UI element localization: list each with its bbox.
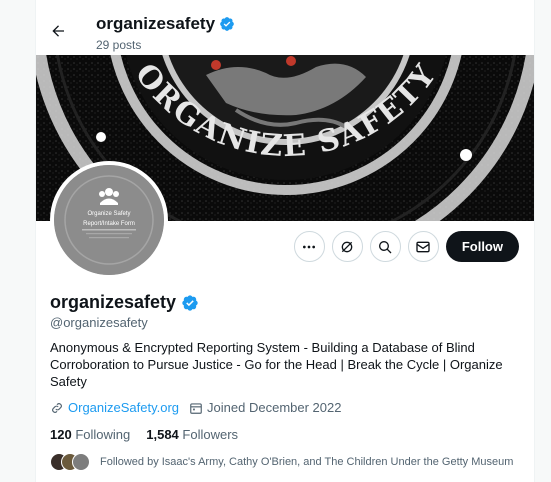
follow-counts: 120 Following 1,584 Followers bbox=[50, 427, 238, 442]
more-button[interactable] bbox=[293, 231, 325, 262]
profile-meta: OrganizeSafety.org Joined December 2022 bbox=[50, 400, 341, 415]
followed-by-text: Followed by Isaac's Army, Cathy O'Brien,… bbox=[100, 456, 514, 468]
verified-badge-icon bbox=[220, 17, 234, 31]
followers-link[interactable]: 1,584 Followers bbox=[146, 427, 238, 442]
back-button[interactable] bbox=[48, 21, 68, 41]
following-count: 120 bbox=[50, 427, 72, 442]
website-item: OrganizeSafety.org bbox=[50, 400, 179, 415]
profile-actions: Follow bbox=[293, 231, 519, 262]
verified-badge-icon bbox=[182, 294, 198, 311]
search-icon bbox=[379, 240, 392, 253]
joined-item: Joined December 2022 bbox=[189, 400, 341, 415]
envelope-icon bbox=[416, 241, 430, 252]
header-title: organizesafety bbox=[96, 14, 235, 34]
post-count: 29 posts bbox=[96, 38, 142, 52]
header-name: organizesafety bbox=[96, 14, 216, 33]
followers-label: Followers bbox=[182, 427, 239, 442]
search-button[interactable] bbox=[369, 231, 401, 262]
follow-button[interactable]: Follow bbox=[445, 231, 519, 262]
avatar-line2: Report/Intake Form bbox=[83, 221, 135, 227]
follower-avatar bbox=[72, 453, 90, 471]
follower-avatars bbox=[50, 453, 92, 471]
more-dots-icon bbox=[303, 245, 316, 248]
grok-button[interactable] bbox=[331, 231, 363, 262]
following-link[interactable]: 120 Following bbox=[50, 427, 130, 442]
link-icon bbox=[52, 402, 62, 413]
avatar-image: Organize Safety Report/Intake Form bbox=[54, 165, 164, 275]
calendar-icon bbox=[190, 402, 202, 414]
followers-count: 1,584 bbox=[146, 427, 179, 442]
profile-header: organizesafety 29 posts bbox=[36, 0, 534, 55]
website-link[interactable]: OrganizeSafety.org bbox=[68, 400, 179, 415]
avatar-line1: Organize Safety bbox=[87, 211, 130, 217]
following-label: Following bbox=[75, 427, 131, 442]
profile-handle: @organizesafety bbox=[50, 315, 148, 330]
back-arrow-icon bbox=[52, 25, 64, 37]
display-name: organizesafety bbox=[50, 292, 177, 312]
profile-bio: Anonymous & Encrypted Reporting System -… bbox=[50, 340, 503, 389]
profile-name: organizesafety bbox=[50, 292, 199, 313]
grok-icon bbox=[341, 241, 353, 252]
message-button[interactable] bbox=[407, 231, 439, 262]
followed-by-row[interactable]: Followed by Isaac's Army, Cathy O'Brien,… bbox=[50, 453, 513, 471]
joined-date: Joined December 2022 bbox=[207, 400, 342, 415]
profile-avatar[interactable]: Organize Safety Report/Intake Form bbox=[50, 161, 168, 279]
profile-page: organizesafety 29 posts ORGANIZE SAFETY … bbox=[35, 0, 535, 482]
